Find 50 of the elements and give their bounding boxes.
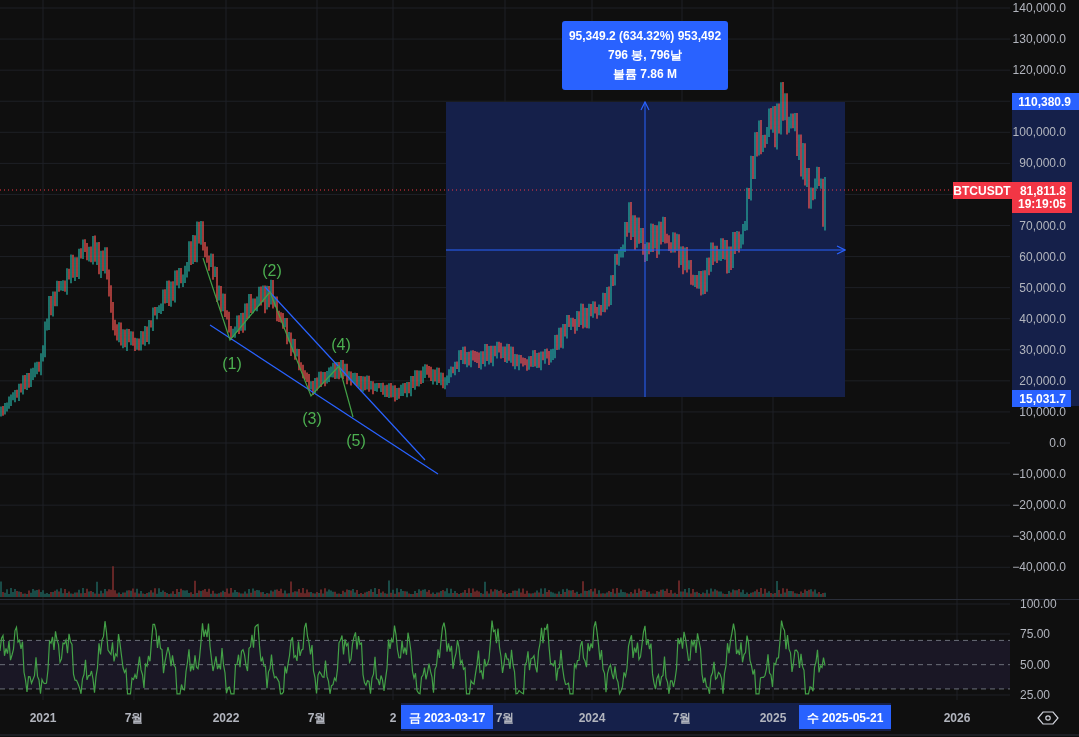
rsi-axis-label: 25.00 bbox=[1020, 688, 1051, 702]
price-axis-label: 60,000.0 bbox=[1019, 249, 1066, 264]
rsi-axis-label: 75.00 bbox=[1020, 627, 1051, 642]
time-axis-label: 7월 bbox=[672, 711, 692, 725]
price-axis-label: 30,000.0 bbox=[1019, 342, 1066, 357]
bar-countdown: 19:19:05 bbox=[1017, 197, 1066, 211]
price-axis-label: 140,000.0 bbox=[1012, 1, 1066, 15]
range-end-date: 수 2025-05-21 bbox=[806, 711, 884, 725]
time-axis-label: 7월 bbox=[495, 711, 515, 725]
time-axis-label: 2025 bbox=[759, 711, 787, 725]
wave-label: (5) bbox=[346, 432, 366, 449]
tooltip-text: 95,349.2 (634.32%) 953,492 bbox=[568, 29, 722, 43]
price-axis-label: −30,000.0 bbox=[1012, 529, 1066, 544]
price-axis-label: −20,000.0 bbox=[1012, 498, 1066, 513]
time-axis-label: 7월 bbox=[307, 711, 327, 725]
trend-line[interactable] bbox=[264, 286, 426, 461]
tooltip-text: 볼륨 7.86 M bbox=[613, 67, 677, 81]
price-axis-label: 70,000.0 bbox=[1019, 218, 1066, 233]
wave-label: (2) bbox=[262, 262, 282, 279]
tooltip-text: 796 봉, 796날 bbox=[608, 48, 682, 62]
price-axis-label: 100,000.0 bbox=[1012, 125, 1066, 140]
symbol-label: BTCUSDT bbox=[953, 182, 1012, 199]
price-axis-label: 50,000.0 bbox=[1019, 280, 1066, 295]
price-axis-label: 20,000.0 bbox=[1019, 373, 1066, 388]
price-axis-label: 120,000.0 bbox=[1012, 63, 1066, 78]
trend-line[interactable] bbox=[209, 324, 439, 475]
wave-label: (4) bbox=[331, 336, 351, 353]
wave-label: (3) bbox=[302, 410, 322, 427]
range-start-date: 금 2023-03-17 bbox=[408, 711, 486, 725]
time-axis-label: 2021 bbox=[29, 711, 57, 725]
time-axis-label: 2022 bbox=[212, 711, 240, 725]
time-axis-label: 7월 bbox=[124, 711, 144, 725]
price-axis-label: −10,000.0 bbox=[1012, 467, 1066, 482]
price-axis-label: 130,000.0 bbox=[1012, 32, 1066, 47]
rsi-axis-label: 50.00 bbox=[1020, 657, 1051, 672]
last-price: 81,811.8 bbox=[1019, 184, 1066, 198]
time-axis-label: 2 bbox=[389, 711, 397, 725]
settings-icon[interactable] bbox=[1037, 711, 1059, 725]
last-price-tag bbox=[1012, 182, 1072, 213]
rsi-axis-label: 100.00 bbox=[1020, 597, 1057, 611]
wave-label: (1) bbox=[222, 355, 242, 372]
range-high-price: 110,380.9 bbox=[1012, 93, 1079, 110]
price-axis-label: 0.0 bbox=[1049, 436, 1066, 450]
time-axis-label: 2024 bbox=[578, 711, 606, 725]
price-axis-label: −40,000.0 bbox=[1012, 560, 1066, 575]
range-low-price: 15,031.7 bbox=[1012, 390, 1071, 407]
time-axis-label: 2026 bbox=[943, 711, 971, 725]
price-axis-label: 40,000.0 bbox=[1019, 311, 1066, 326]
price-axis-label: 90,000.0 bbox=[1019, 156, 1066, 171]
price-axis-label: 10,000.0 bbox=[1019, 404, 1066, 419]
